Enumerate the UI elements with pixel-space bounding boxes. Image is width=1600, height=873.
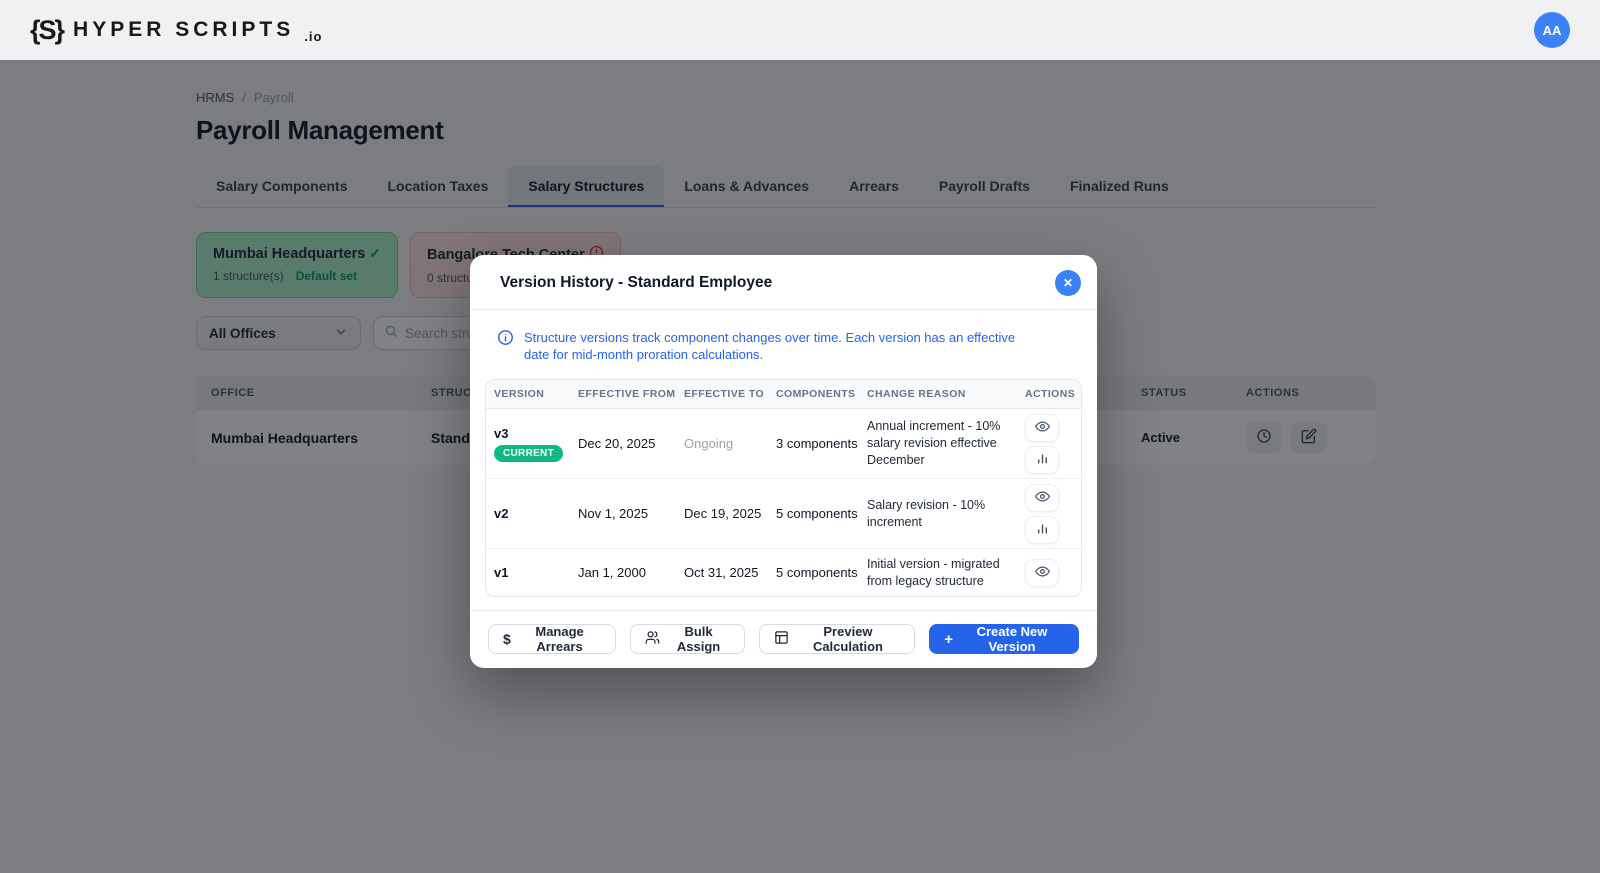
plus-icon: + (944, 631, 953, 648)
manage-arrears-label: Manage Arrears (518, 624, 602, 654)
column-change-reason: CHANGE REASON (867, 388, 1025, 400)
logo-text: HYPER SCRIPTS (73, 18, 294, 42)
components-count: 5 components (776, 506, 867, 521)
top-bar: {S} HYPER SCRIPTS .io AA (0, 0, 1600, 60)
effective-to: Oct 31, 2025 (684, 565, 776, 580)
dollar-icon: $ (503, 631, 511, 647)
bulk-assign-button[interactable]: Bulk Assign (630, 624, 744, 654)
bulk-assign-label: Bulk Assign (667, 624, 729, 654)
create-new-version-button[interactable]: + Create New Version (929, 624, 1079, 654)
modal-title: Version History - Standard Employee (500, 274, 772, 292)
version-table-header: VERSION EFFECTIVE FROM EFFECTIVE TO COMP… (486, 380, 1081, 409)
version-label: v1 (494, 565, 508, 580)
logo-monogram-icon: {S} (30, 15, 63, 46)
view-version-button[interactable] (1025, 559, 1059, 587)
version-label: v2 (494, 506, 508, 521)
close-icon: ✕ (1063, 276, 1073, 290)
logo-suffix: .io (304, 29, 322, 44)
app-logo: {S} HYPER SCRIPTS .io (30, 15, 322, 46)
effective-to: Dec 19, 2025 (684, 506, 776, 521)
info-text: Structure versions track component chang… (524, 329, 1042, 363)
column-effective-from: EFFECTIVE FROM (578, 388, 684, 400)
column-version: VERSION (494, 388, 578, 400)
eye-icon (1035, 419, 1050, 437)
version-table: VERSION EFFECTIVE FROM EFFECTIVE TO COMP… (485, 379, 1082, 597)
compare-version-button[interactable] (1025, 516, 1059, 544)
user-avatar[interactable]: AA (1534, 12, 1570, 48)
preview-calculation-label: Preview Calculation (796, 624, 900, 654)
effective-from: Nov 1, 2025 (578, 506, 684, 521)
change-reason: Salary revision - 10% increment (867, 497, 1025, 531)
version-label: v3 (494, 426, 508, 441)
info-banner: Structure versions track component chang… (470, 310, 1097, 363)
column-actions: ACTIONS (1025, 388, 1081, 400)
effective-from: Dec 20, 2025 (578, 436, 684, 451)
column-effective-to: EFFECTIVE TO (684, 388, 776, 400)
version-row-v3: v3 CURRENT Dec 20, 2025 Ongoing 3 compon… (486, 409, 1081, 479)
bar-chart-icon (1036, 452, 1049, 468)
version-row-v2: v2 Nov 1, 2025 Dec 19, 2025 5 components… (486, 479, 1081, 549)
close-button[interactable]: ✕ (1055, 270, 1081, 296)
components-count: 3 components (776, 436, 867, 451)
view-version-button[interactable] (1025, 414, 1059, 442)
bar-chart-icon (1036, 522, 1049, 538)
create-new-version-label: Create New Version (960, 624, 1064, 654)
version-history-modal: Version History - Standard Employee ✕ St… (470, 255, 1097, 668)
components-count: 5 components (776, 565, 867, 580)
compare-version-button[interactable] (1025, 446, 1059, 474)
version-row-v1: v1 Jan 1, 2000 Oct 31, 2025 5 components… (486, 549, 1081, 596)
eye-icon (1035, 489, 1050, 507)
info-icon (497, 329, 514, 363)
preview-calculation-button[interactable]: Preview Calculation (759, 624, 915, 654)
users-icon (645, 630, 660, 648)
effective-to: Ongoing (684, 436, 776, 451)
table-grid-icon (774, 630, 789, 648)
column-components: COMPONENTS (776, 388, 867, 400)
eye-icon (1035, 564, 1050, 582)
manage-arrears-button[interactable]: $ Manage Arrears (488, 624, 616, 654)
change-reason: Initial version - migrated from legacy s… (867, 556, 1025, 590)
change-reason: Annual increment - 10% salary revision e… (867, 418, 1025, 469)
modal-footer: $ Manage Arrears Bulk Assign Preview Cal… (470, 610, 1097, 654)
effective-from: Jan 1, 2000 (578, 565, 684, 580)
current-badge: CURRENT (494, 445, 563, 462)
view-version-button[interactable] (1025, 484, 1059, 512)
